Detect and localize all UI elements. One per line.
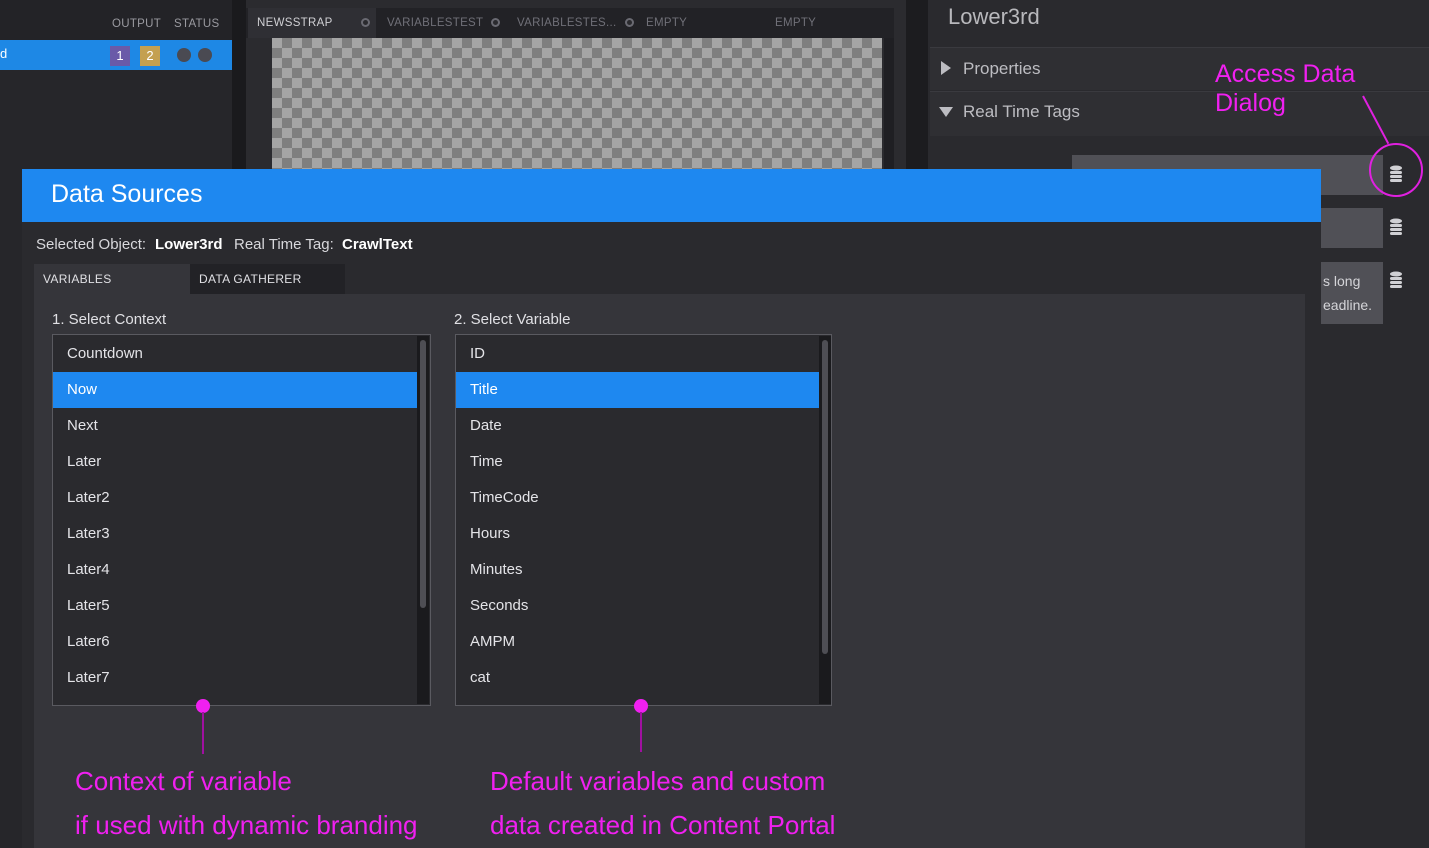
scrollbar-thumb[interactable] xyxy=(420,340,426,608)
output-badge-2[interactable]: 2 xyxy=(140,46,160,66)
list-item[interactable]: Later6 xyxy=(53,624,418,660)
field-text-line: s long xyxy=(1323,273,1361,289)
list-item[interactable]: Next xyxy=(53,408,418,444)
variable-list[interactable]: ID Title Date Time TimeCode Hours Minute… xyxy=(455,334,832,706)
output-column-header: OUTPUT xyxy=(112,18,162,30)
tab-label: NEWSSTRAP xyxy=(257,17,333,29)
list-item[interactable]: Date xyxy=(456,408,820,444)
output-row-name: d xyxy=(0,46,8,61)
tab-label: EMPTY xyxy=(646,17,688,29)
status-indicator-icon xyxy=(177,48,191,62)
scrollbar-thumb[interactable] xyxy=(822,340,828,654)
tab-label: VARIABLESTES... xyxy=(517,17,617,29)
realtime-tags-section-label: Real Time Tags xyxy=(963,102,1080,121)
annotation-context: Context of variable if used with dynamic… xyxy=(75,759,418,847)
annotation-variables: Default variables and custom data create… xyxy=(490,759,835,847)
list-item[interactable]: cat xyxy=(456,660,820,696)
database-icon[interactable] xyxy=(1388,271,1404,289)
annotation-text: data created in Content Portal xyxy=(490,810,836,840)
list-item[interactable]: Later3 xyxy=(53,516,418,552)
context-list[interactable]: Countdown Now Next Later Later2 Later3 L… xyxy=(52,334,431,706)
list-item[interactable]: Later xyxy=(53,444,418,480)
context-section-label: 1. Select Context xyxy=(52,311,167,328)
selected-object-label: Selected Object: xyxy=(36,236,147,253)
dialog-header xyxy=(22,169,1321,222)
annotation-pointer-line xyxy=(202,712,204,754)
list-item[interactable]: Minutes xyxy=(456,552,820,588)
transparent-preview-canvas xyxy=(272,38,882,170)
list-item[interactable]: Hours xyxy=(456,516,820,552)
expand-right-icon xyxy=(941,61,951,75)
dialog-title: Data Sources xyxy=(51,180,203,208)
tab-newsstrap[interactable]: NEWSSTRAP xyxy=(248,8,376,38)
collapse-down-icon xyxy=(939,107,953,117)
list-item[interactable]: Later5 xyxy=(53,588,418,624)
status-indicator-icon xyxy=(198,48,212,62)
tab-variablestest[interactable]: VARIABLESTEST xyxy=(378,8,506,38)
context-list-scrollbar[interactable] xyxy=(417,336,429,704)
status-column-header: STATUS xyxy=(174,18,220,30)
close-icon[interactable] xyxy=(491,18,501,28)
realtime-tag-field-3[interactable]: s long eadline. xyxy=(1321,262,1383,324)
annotation-point-icon xyxy=(196,699,210,713)
close-icon[interactable] xyxy=(360,18,370,28)
realtime-tag-field-2[interactable] xyxy=(1321,208,1383,248)
list-item[interactable]: ID xyxy=(456,336,820,372)
annotation-text: if used with dynamic branding xyxy=(75,810,418,840)
annotation-pointer-line xyxy=(640,712,642,752)
properties-section-label: Properties xyxy=(963,59,1041,78)
tab-data-gatherer[interactable]: DATA GATHERER xyxy=(190,264,345,294)
list-item[interactable]: Countdown xyxy=(53,336,418,372)
list-item[interactable]: Later2 xyxy=(53,480,418,516)
variable-section-label: 2. Select Variable xyxy=(454,311,571,328)
field-text-line: eadline. xyxy=(1323,297,1373,313)
list-item-selected[interactable]: Now xyxy=(53,372,418,408)
annotation-text: Context of variable xyxy=(75,766,292,796)
annotation-point-icon xyxy=(634,699,648,713)
output-badge-1[interactable]: 1 xyxy=(110,46,130,66)
realtime-tag-label: Real Time Tag: xyxy=(234,236,334,253)
tab-label: VARIABLESTEST xyxy=(387,17,484,29)
selected-object-value: Lower3rd xyxy=(155,236,223,253)
list-item[interactable]: Seconds xyxy=(456,588,820,624)
tab-label: EMPTY xyxy=(775,17,817,29)
preview-scrollbar[interactable] xyxy=(884,38,894,170)
annotation-access-data-dialog: Access Data Dialog xyxy=(1215,60,1356,117)
annotation-highlight-ring xyxy=(1369,143,1423,197)
object-title: Lower3rd xyxy=(948,4,1040,29)
list-item[interactable]: AMPM xyxy=(456,624,820,660)
list-item[interactable]: Later4 xyxy=(53,552,418,588)
close-icon[interactable] xyxy=(624,18,634,28)
annotation-text: Default variables and custom xyxy=(490,766,826,796)
tab-variables[interactable]: VARIABLES xyxy=(34,264,190,294)
list-item[interactable]: TimeCode xyxy=(456,480,820,516)
tab-empty-2[interactable]: EMPTY xyxy=(767,8,895,38)
list-item[interactable]: Later7 xyxy=(53,660,418,696)
realtime-tag-value: CrawlText xyxy=(342,236,413,253)
tab-variablestes[interactable]: VARIABLESTES... xyxy=(508,8,636,38)
list-item[interactable]: Time xyxy=(456,444,820,480)
tab-empty-1[interactable]: EMPTY xyxy=(638,8,766,38)
variable-list-scrollbar[interactable] xyxy=(819,336,831,704)
database-icon[interactable] xyxy=(1388,218,1404,236)
list-item-selected[interactable]: Title xyxy=(456,372,820,408)
